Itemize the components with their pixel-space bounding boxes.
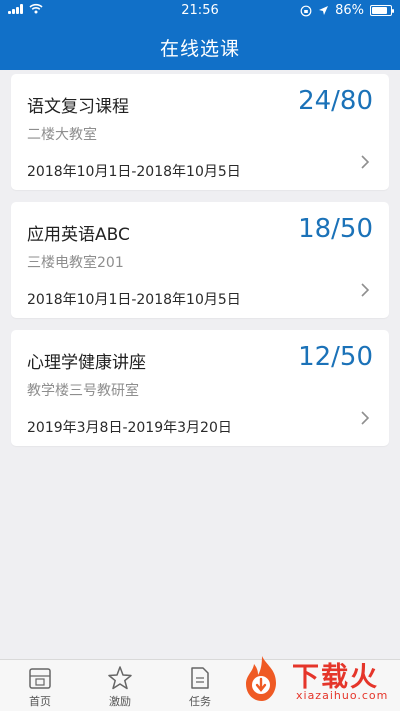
course-room: 教学楼三号教研室 [27, 383, 139, 399]
chevron-right-icon[interactable] [359, 282, 371, 298]
location-icon [319, 6, 329, 15]
tab-label: 任务 [189, 695, 211, 708]
course-date: 2018年10月1日-2018年10月5日 [27, 164, 241, 180]
flame-logo-icon [246, 656, 276, 701]
top-bar: 21:56 86% 在线选课 [0, 0, 400, 70]
battery-fill [372, 7, 388, 14]
chevron-right-icon[interactable] [359, 410, 371, 426]
tab-task[interactable]: 任务 [170, 665, 230, 709]
rotation-lock-icon [300, 5, 312, 16]
star-icon [108, 666, 132, 690]
tab-home[interactable]: 首页 [10, 665, 70, 709]
battery-icon [370, 5, 394, 16]
status-right: 86% [300, 3, 394, 18]
course-name: 应用英语ABC [27, 225, 130, 245]
course-room: 二楼大教室 [27, 127, 97, 143]
course-name: 语文复习课程 [27, 97, 129, 117]
chevron-right-icon[interactable] [359, 154, 371, 170]
app-screen: 21:56 86% 在线选课 语文复习课程 24/80 二楼大教室 2018年1… [0, 0, 400, 711]
battery-percent: 86% [335, 3, 364, 18]
bottom-tab-bar: 首页 激励 任务 下载火 xiazaihuo.com [0, 656, 400, 711]
course-list: 语文复习课程 24/80 二楼大教室 2018年10月1日-2018年10月5日… [11, 74, 389, 458]
course-enrollment-count: 18/50 [298, 214, 373, 244]
course-date: 2019年3月8日-2019年3月20日 [27, 420, 232, 436]
tab-label: 首页 [29, 695, 51, 708]
course-enrollment-count: 24/80 [298, 86, 373, 116]
watermark-logo: 下载火 xiazaihuo.com [234, 653, 394, 707]
course-card[interactable]: 应用英语ABC 18/50 三楼电教室201 2018年10月1日-2018年1… [11, 202, 389, 318]
course-card[interactable]: 语文复习课程 24/80 二楼大教室 2018年10月1日-2018年10月5日 [11, 74, 389, 190]
tab-incentive[interactable]: 激励 [90, 665, 150, 709]
course-date: 2018年10月1日-2018年10月5日 [27, 292, 241, 308]
page-title: 在线选课 [159, 38, 240, 60]
task-icon [191, 667, 209, 689]
course-enrollment-count: 12/50 [298, 342, 373, 372]
watermark-domain: xiazaihuo.com [296, 689, 389, 702]
course-room: 三楼电教室201 [27, 255, 124, 271]
course-name: 心理学健康讲座 [27, 353, 146, 373]
status-bar: 21:56 86% [0, 0, 400, 22]
home-icon [29, 668, 51, 689]
tab-label: 激励 [109, 695, 131, 708]
course-card[interactable]: 心理学健康讲座 12/50 教学楼三号教研室 2019年3月8日-2019年3月… [11, 330, 389, 446]
